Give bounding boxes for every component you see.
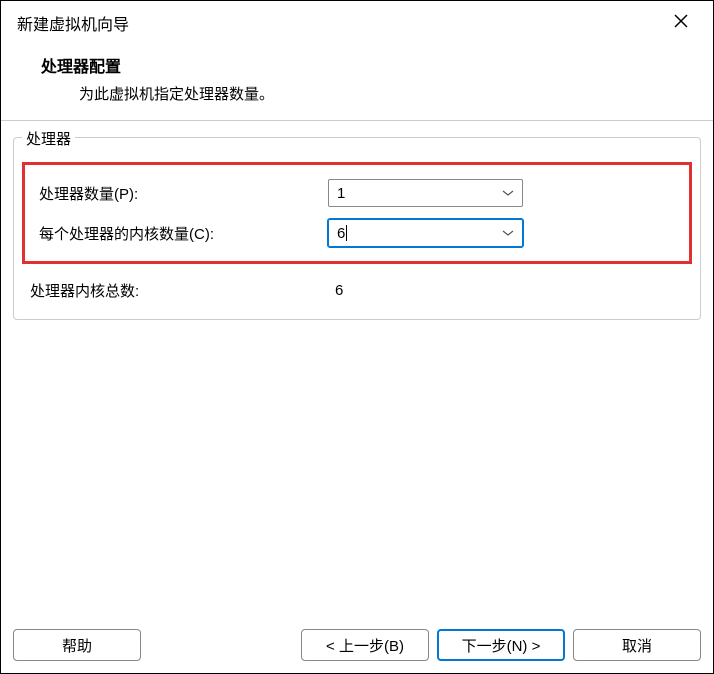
cores-value: 6: [337, 225, 345, 242]
fieldset-legend: 处理器: [22, 128, 75, 149]
wizard-header: 处理器配置 为此虚拟机指定处理器数量。: [1, 41, 713, 120]
processors-row: 处理器数量(P): 1: [33, 173, 681, 213]
button-bar: 帮助 < 上一步(B) 下一步(N) > 取消: [1, 629, 713, 661]
chevron-down-icon: [502, 229, 514, 237]
chevron-down-icon: [502, 189, 514, 197]
total-value: 6: [327, 282, 343, 299]
processors-dropdown[interactable]: 1: [328, 179, 523, 207]
title-bar: 新建虚拟机向导: [1, 1, 713, 41]
text-caret: [346, 225, 347, 241]
header-title: 处理器配置: [41, 53, 697, 77]
help-button[interactable]: 帮助: [13, 629, 141, 661]
cores-label: 每个处理器的内核数量(C):: [33, 223, 328, 244]
window-title: 新建虚拟机向导: [17, 11, 129, 35]
close-icon[interactable]: [665, 9, 697, 37]
highlight-box: 处理器数量(P): 1 每个处理器的内核数量(C): 6: [22, 162, 692, 264]
cancel-button[interactable]: 取消: [573, 629, 701, 661]
cores-row: 每个处理器的内核数量(C): 6: [33, 213, 681, 253]
processors-fieldset: 处理器 处理器数量(P): 1 每个处理器的内核数量(C): 6: [13, 137, 701, 320]
processors-value: 1: [337, 185, 345, 202]
cores-dropdown[interactable]: 6: [328, 219, 523, 247]
content-area: 处理器 处理器数量(P): 1 每个处理器的内核数量(C): 6: [1, 121, 713, 320]
total-row: 处理器内核总数: 6: [14, 272, 700, 307]
next-button[interactable]: 下一步(N) >: [437, 629, 565, 661]
back-button[interactable]: < 上一步(B): [301, 629, 429, 661]
processors-label: 处理器数量(P):: [33, 183, 328, 204]
total-label: 处理器内核总数:: [30, 280, 327, 301]
header-subtitle: 为此虚拟机指定处理器数量。: [41, 83, 697, 104]
